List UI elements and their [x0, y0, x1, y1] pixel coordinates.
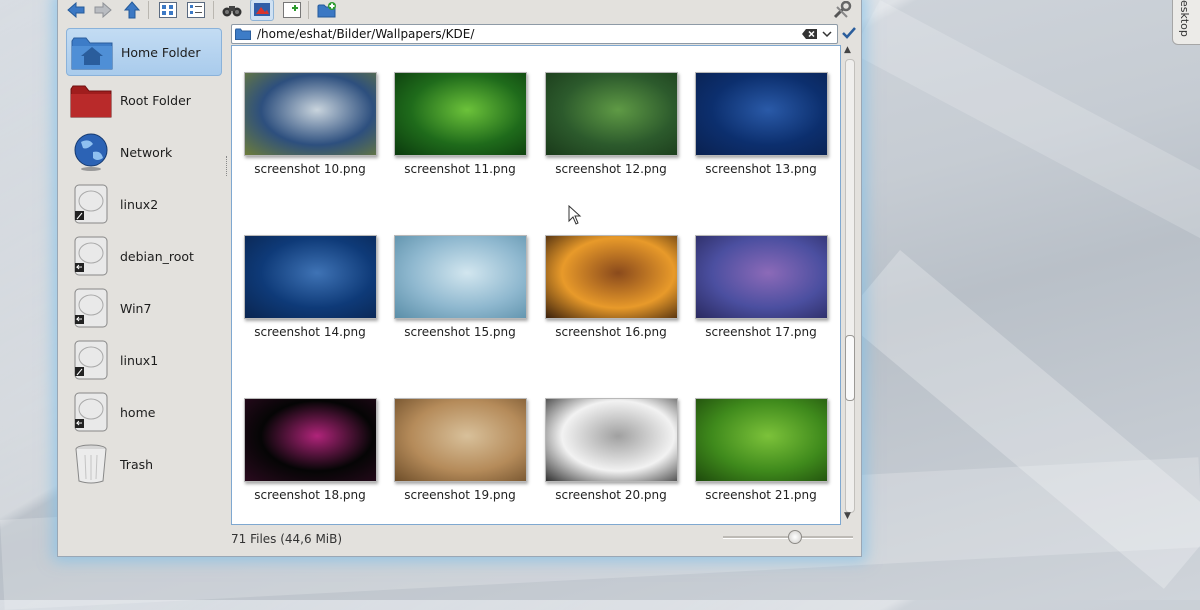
toolbar-separator	[148, 1, 149, 19]
location-bar[interactable]: /home/eshat/Bilder/Wallpapers/KDE/	[231, 24, 838, 44]
status-bar-text: 71 Files (44,6 MiB)	[231, 532, 343, 546]
network-globe-icon	[68, 131, 114, 173]
place-label: home	[120, 404, 156, 420]
configure-button[interactable]	[830, 0, 854, 21]
scrollbar-handle[interactable]	[845, 335, 855, 401]
harddisk-icon	[68, 287, 114, 329]
file-thumbnail[interactable]	[695, 235, 828, 319]
place-home[interactable]: home	[66, 388, 222, 436]
desktop-tab-label: esktop	[1178, 0, 1191, 37]
file-thumbnail[interactable]	[244, 72, 377, 156]
binoculars-icon	[222, 6, 242, 17]
file-thumbnail[interactable]	[545, 235, 678, 319]
new-folder-button[interactable]	[315, 0, 339, 21]
place-label: debian_root	[120, 248, 194, 264]
file-thumbnail[interactable]	[394, 398, 527, 482]
place-debian-root[interactable]: debian_root	[66, 232, 222, 280]
place-label: Trash	[120, 456, 154, 472]
main-toolbar	[58, 0, 861, 26]
back-button[interactable]	[64, 0, 88, 21]
place-label: linux2	[120, 196, 159, 212]
file-thumbnail[interactable]	[244, 235, 377, 319]
dolphin-window: Home Folder Root Folder Network linux2 d…	[57, 0, 862, 557]
place-label: Win7	[120, 300, 152, 316]
preview-toggle-button[interactable]	[250, 0, 274, 21]
zoom-slider[interactable]	[723, 530, 853, 544]
place-trash[interactable]: Trash	[66, 440, 222, 488]
place-network[interactable]: Network	[66, 128, 222, 176]
place-home-folder[interactable]: Home Folder	[66, 28, 222, 76]
vertical-scrollbar[interactable]: ▲ ▼	[842, 45, 856, 525]
file-name-label: screenshot 14.png	[254, 325, 366, 339]
forward-arrow-icon	[94, 2, 112, 18]
harddisk-icon	[68, 391, 114, 433]
zoom-slider-handle[interactable]	[788, 530, 802, 544]
file-name-label: screenshot 16.png	[555, 325, 667, 339]
file-name-label: screenshot 11.png	[404, 162, 516, 176]
scrollbar-track[interactable]	[845, 59, 855, 513]
places-panel: Home Folder Root Folder Network linux2 d…	[64, 26, 224, 546]
place-label: Home Folder	[121, 44, 201, 60]
file-thumbnail[interactable]	[244, 398, 377, 482]
harddisk-icon	[68, 339, 114, 381]
icons-view-button[interactable]	[156, 0, 180, 21]
icon-view-icon	[159, 2, 177, 18]
file-thumbnail[interactable]	[545, 72, 678, 156]
file-thumbnail[interactable]	[695, 398, 828, 482]
file-thumbnail[interactable]	[545, 398, 678, 482]
configure-icon	[833, 1, 852, 19]
new-folder-icon	[317, 2, 336, 18]
file-name-label: screenshot 13.png	[705, 162, 817, 176]
scroll-up-arrow-icon[interactable]: ▲	[844, 45, 851, 55]
location-confirm-button[interactable]	[840, 24, 858, 42]
desktop-stripe	[851, 0, 1200, 251]
folder-icon	[235, 28, 251, 40]
file-thumbnail[interactable]	[695, 72, 828, 156]
details-view-button[interactable]	[184, 0, 208, 21]
place-label: Network	[120, 144, 173, 160]
file-name-label: screenshot 17.png	[705, 325, 817, 339]
file-thumbnail[interactable]	[394, 72, 527, 156]
location-path-input[interactable]: /home/eshat/Bilder/Wallpapers/KDE/	[257, 27, 802, 41]
clear-text-icon	[802, 29, 817, 39]
toolbar-separator	[213, 1, 214, 19]
file-name-label: screenshot 12.png	[555, 162, 667, 176]
back-arrow-icon	[67, 2, 85, 18]
up-button[interactable]	[120, 0, 144, 21]
root-folder-icon	[68, 79, 114, 121]
up-arrow-icon	[124, 1, 140, 19]
new-tab-icon	[283, 2, 301, 18]
trash-icon	[68, 443, 114, 485]
file-name-label: screenshot 10.png	[254, 162, 366, 176]
harddisk-icon	[68, 183, 114, 225]
checkmark-icon	[842, 27, 856, 39]
file-name-label: screenshot 19.png	[404, 488, 516, 502]
place-label: Root Folder	[120, 92, 191, 108]
file-name-label: screenshot 21.png	[705, 488, 817, 502]
scroll-down-arrow-icon[interactable]: ▼	[844, 511, 851, 521]
file-name-label: screenshot 18.png	[254, 488, 366, 502]
toolbar-separator	[308, 1, 309, 19]
desktop-toolbox-tab[interactable]: esktop	[1172, 0, 1200, 45]
mouse-cursor-icon	[568, 205, 582, 225]
place-win7[interactable]: Win7	[66, 284, 222, 332]
harddisk-icon	[68, 235, 114, 277]
file-icon-view[interactable]: screenshot 10.png screenshot 11.png screen…	[231, 45, 841, 525]
forward-button[interactable]	[91, 0, 115, 21]
split-view-button[interactable]	[280, 0, 304, 21]
find-button[interactable]	[220, 0, 244, 21]
place-label: linux1	[120, 352, 159, 368]
chevron-down-icon	[822, 31, 832, 38]
panel-splitter-handle[interactable]	[226, 156, 229, 176]
place-linux1[interactable]: linux1	[66, 336, 222, 384]
place-root-folder[interactable]: Root Folder	[66, 76, 222, 124]
file-name-label: screenshot 20.png	[555, 488, 667, 502]
home-folder-icon	[69, 31, 115, 73]
file-name-label: screenshot 15.png	[404, 325, 516, 339]
place-linux2[interactable]: linux2	[66, 180, 222, 228]
detail-view-icon	[187, 2, 205, 18]
preview-icon	[254, 3, 270, 16]
file-thumbnail[interactable]	[394, 235, 527, 319]
